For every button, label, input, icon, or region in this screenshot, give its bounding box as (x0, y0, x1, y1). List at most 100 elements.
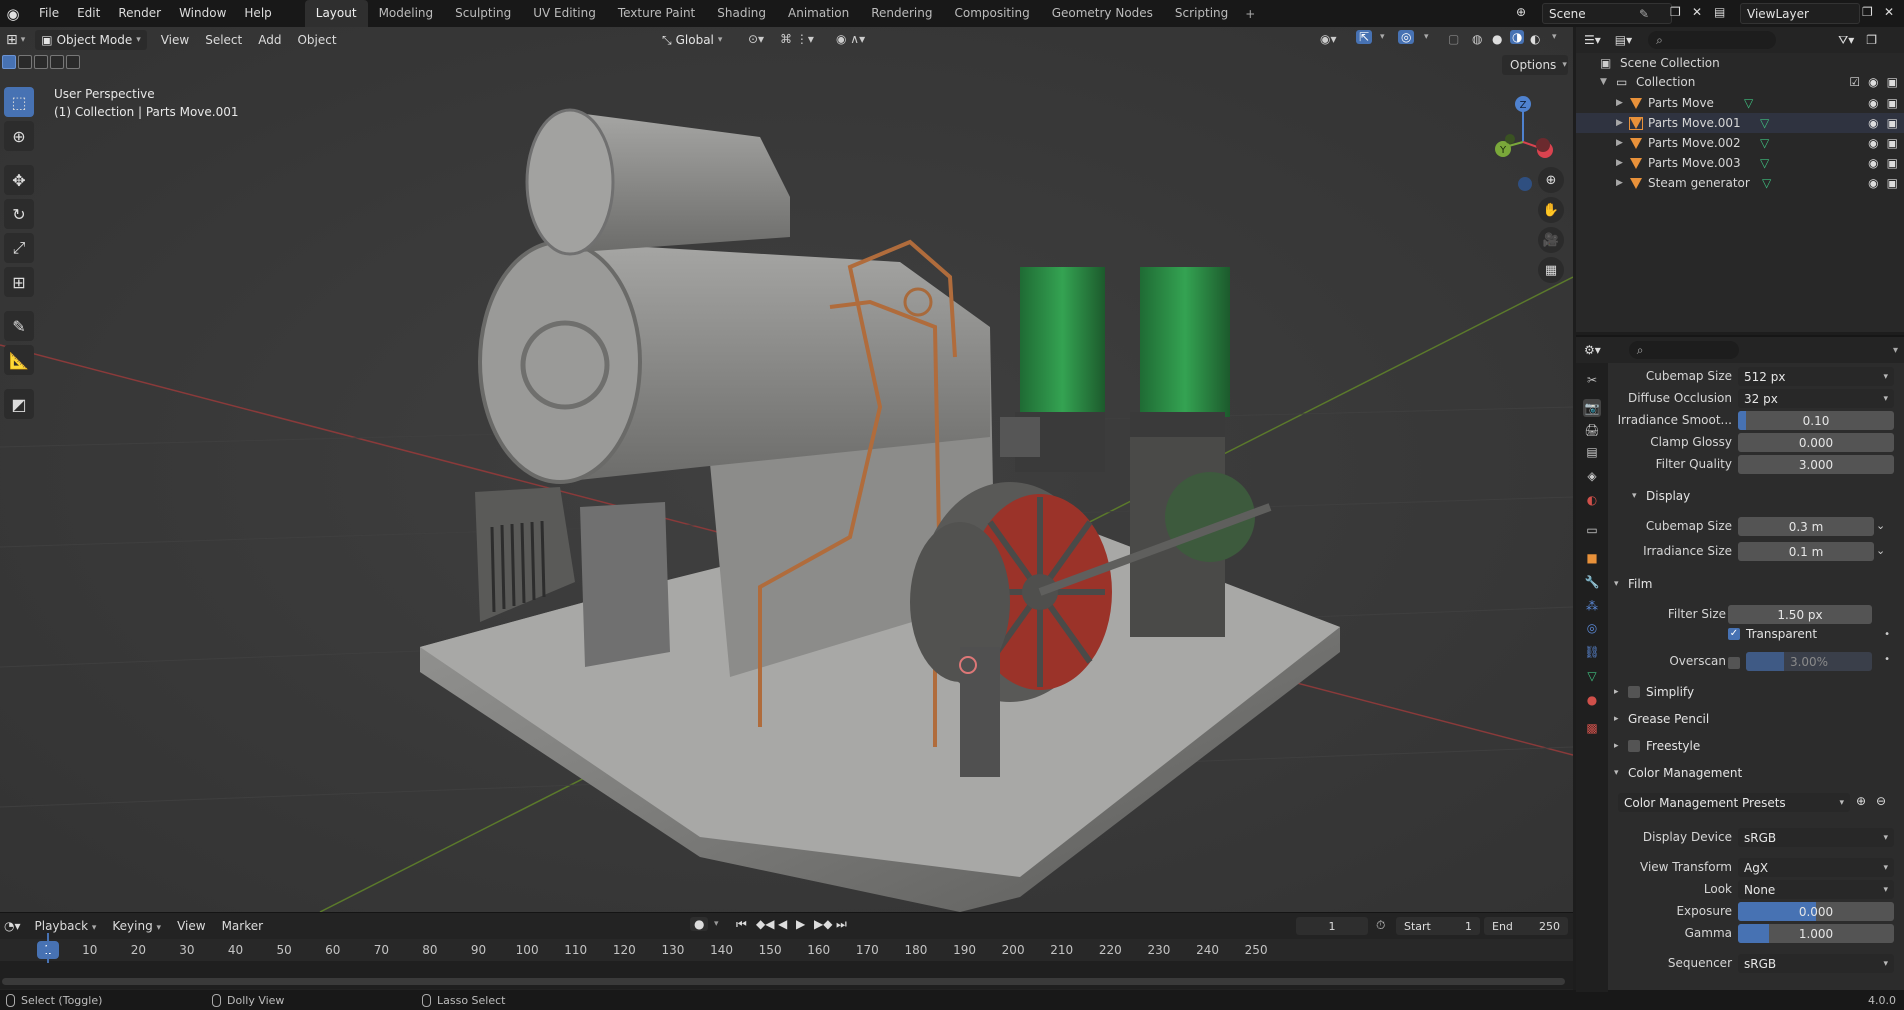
display-panel-header[interactable]: ▾ Display (1632, 485, 1690, 507)
material-shading-icon[interactable]: ◑ (1510, 30, 1525, 44)
display-device-dropdown[interactable]: sRGB ▾ (1738, 828, 1894, 847)
diffuse-occlusion-dropdown[interactable]: 32 px ▾ (1738, 389, 1894, 408)
keyframe-dot-icon[interactable]: • (1884, 654, 1890, 665)
new-scene-icon[interactable]: ❐ (1670, 5, 1681, 19)
filter-quality-field[interactable]: 3.000 (1738, 455, 1894, 474)
filter-size-field[interactable]: 1.50 px (1728, 605, 1872, 624)
object-tab-icon[interactable]: ■ (1583, 549, 1601, 567)
outliner-search-input[interactable]: ⌕ (1648, 31, 1777, 49)
playhead-line[interactable] (47, 933, 49, 963)
display-cubemap-field[interactable]: 0.3 m (1738, 517, 1874, 536)
data-tab-icon[interactable]: ▽ (1583, 667, 1601, 685)
eye-icon[interactable]: ◉ (1868, 156, 1878, 170)
current-frame-field[interactable]: 1 (1296, 917, 1368, 935)
transparent-checkbox[interactable]: ✓ Transparent (1728, 627, 1817, 641)
outliner-item[interactable]: ▶ Parts Move.003 ▽ ◉ ▣ (1576, 153, 1904, 173)
add-cube-tool-icon[interactable]: ◩ (4, 389, 34, 419)
tab-shading[interactable]: Shading (706, 0, 777, 27)
properties-editor-type-icon[interactable]: ⚙▾ (1584, 343, 1601, 357)
tool-tab-icon[interactable]: ✂ (1583, 371, 1601, 389)
outliner-item[interactable]: ▶ Steam generator ▽ ◉ ▣ (1576, 173, 1904, 193)
jump-start-icon[interactable]: ⏮ (736, 917, 747, 932)
render-tab-icon[interactable]: 📷 (1583, 399, 1601, 417)
timeline-menu-marker[interactable]: Marker (214, 919, 271, 933)
sequencer-dropdown[interactable]: sRGB ▾ (1738, 954, 1894, 973)
overscan-field[interactable]: 3.00% (1746, 652, 1872, 671)
cursor-tool-icon[interactable]: ⊕ (4, 121, 34, 151)
outliner-collection[interactable]: ▼ ▭ Collection ☑ ◉ ▣ (1576, 72, 1904, 92)
next-keyframe-icon[interactable]: ▶◆ (814, 917, 832, 931)
eye-icon[interactable]: ◉ (1868, 136, 1878, 150)
pin-icon[interactable]: ✎ (1639, 7, 1649, 21)
timeline-editor-type-icon[interactable]: ◔▾ (4, 919, 21, 933)
menu-file[interactable]: File (30, 0, 68, 27)
cubemap-display-toggle-icon[interactable]: ⌄ (1876, 519, 1885, 532)
simplify-panel-header[interactable]: ▸ Simplify (1614, 681, 1694, 703)
simplify-checkbox[interactable] (1628, 686, 1640, 698)
delete-scene-icon[interactable]: ✕ (1692, 5, 1702, 19)
viewport-menu-select[interactable]: Select (197, 27, 250, 53)
grease-pencil-panel-header[interactable]: ▸ Grease Pencil (1614, 708, 1709, 730)
expand-arrow-icon[interactable]: ▶ (1616, 178, 1623, 188)
editor-type-chevron-icon[interactable]: ▾ (21, 35, 26, 45)
ortho-grid-icon[interactable]: ▦ (1538, 257, 1564, 283)
menu-edit[interactable]: Edit (68, 0, 109, 27)
display-mode-icon[interactable]: ▤▾ (1615, 33, 1632, 47)
tab-layout[interactable]: Layout (304, 0, 368, 27)
particles-tab-icon[interactable]: ⁂ (1583, 597, 1601, 615)
play-icon[interactable]: ▶ (796, 917, 805, 931)
gizmo-neg-y[interactable] (1505, 134, 1515, 144)
display-irradiance-field[interactable]: 0.1 m (1738, 542, 1874, 561)
select-subtract-icon[interactable] (34, 55, 48, 69)
shading-chevron-icon[interactable]: ▾ (1552, 32, 1557, 42)
measure-tool-icon[interactable]: 📐 (4, 345, 34, 375)
viewlayer-icon[interactable]: ▤ (1714, 5, 1725, 19)
timeline-ruler[interactable]: 1 10203040506070809010011012013014015016… (0, 939, 1573, 961)
freestyle-panel-header[interactable]: ▸ Freestyle (1614, 735, 1700, 757)
outliner-editor-type-icon[interactable]: ☰▾ (1584, 33, 1601, 47)
overlay-toggle-icon[interactable]: ◎ (1398, 30, 1415, 44)
gizmo-neg-z[interactable] (1518, 177, 1532, 191)
menu-render[interactable]: Render (109, 0, 170, 27)
tab-sculpting[interactable]: Sculpting (444, 0, 522, 27)
outliner-scene-collection[interactable]: ▣ Scene Collection (1576, 53, 1904, 73)
cubemap-size-dropdown[interactable]: 512 px ▾ (1738, 367, 1894, 386)
constraints-tab-icon[interactable]: ⛓ (1583, 643, 1601, 661)
jump-end-icon[interactable]: ⏭ (836, 917, 847, 932)
world-tab-icon[interactable]: ◐ (1583, 491, 1601, 509)
exposure-slider[interactable]: 0.000 (1738, 902, 1894, 921)
outliner-item[interactable]: ▶ Parts Move ▽ ◉ ▣ (1576, 93, 1904, 113)
texture-tab-icon[interactable]: ▩ (1583, 719, 1601, 737)
color-management-panel-header[interactable]: ▾ Color Management (1614, 762, 1742, 784)
gizmo-chevron-icon[interactable]: ▾ (1380, 32, 1385, 42)
collection-tab-icon[interactable]: ▭ (1583, 521, 1601, 539)
menu-window[interactable]: Window (170, 0, 235, 27)
keyframe-dot-icon[interactable]: • (1884, 629, 1890, 640)
viewport-menu-add[interactable]: Add (250, 27, 289, 53)
mode-dropdown[interactable]: ▣ Object Mode ▾ (35, 30, 147, 50)
irradiance-smooth-slider[interactable]: 0.10 (1738, 411, 1894, 430)
wireframe-shading-icon[interactable]: ◍ (1472, 32, 1482, 46)
snap-icon[interactable]: ⌘ ⋮▾ (780, 32, 814, 46)
timeline-scrollbar[interactable] (2, 978, 1565, 985)
expand-arrow-icon[interactable]: ▶ (1616, 118, 1623, 128)
include-checkbox-icon[interactable]: ☑ (1849, 75, 1860, 89)
modifier-tab-icon[interactable]: 🔧 (1583, 573, 1601, 591)
expand-arrow-icon[interactable]: ▼ (1600, 77, 1607, 87)
freestyle-checkbox[interactable] (1628, 740, 1640, 752)
tab-scripting[interactable]: Scripting (1164, 0, 1239, 27)
tab-texture-paint[interactable]: Texture Paint (607, 0, 706, 27)
expand-arrow-icon[interactable]: ▶ (1616, 98, 1623, 108)
scene-selector[interactable]: Scene ✎ (1542, 3, 1672, 24)
material-tab-icon[interactable]: ● (1583, 691, 1601, 709)
scale-tool-icon[interactable]: ⤢ (4, 233, 34, 263)
timeline-menu-playback[interactable]: Playback ▾ (27, 919, 105, 933)
3d-viewport[interactable]: ⊞ ▾ ▣ Object Mode ▾ View Select Add Obje… (0, 27, 1573, 912)
expand-arrow-icon[interactable]: ▶ (1616, 158, 1623, 168)
new-viewlayer-icon[interactable]: ❐ (1862, 5, 1873, 19)
camera-icon[interactable]: ▣ (1887, 136, 1898, 150)
tab-rendering[interactable]: Rendering (860, 0, 943, 27)
physics-tab-icon[interactable]: ◎ (1583, 619, 1601, 637)
expand-arrow-icon[interactable]: ▶ (1616, 138, 1623, 148)
mesh-data-icon[interactable]: ▽ (1760, 136, 1769, 150)
